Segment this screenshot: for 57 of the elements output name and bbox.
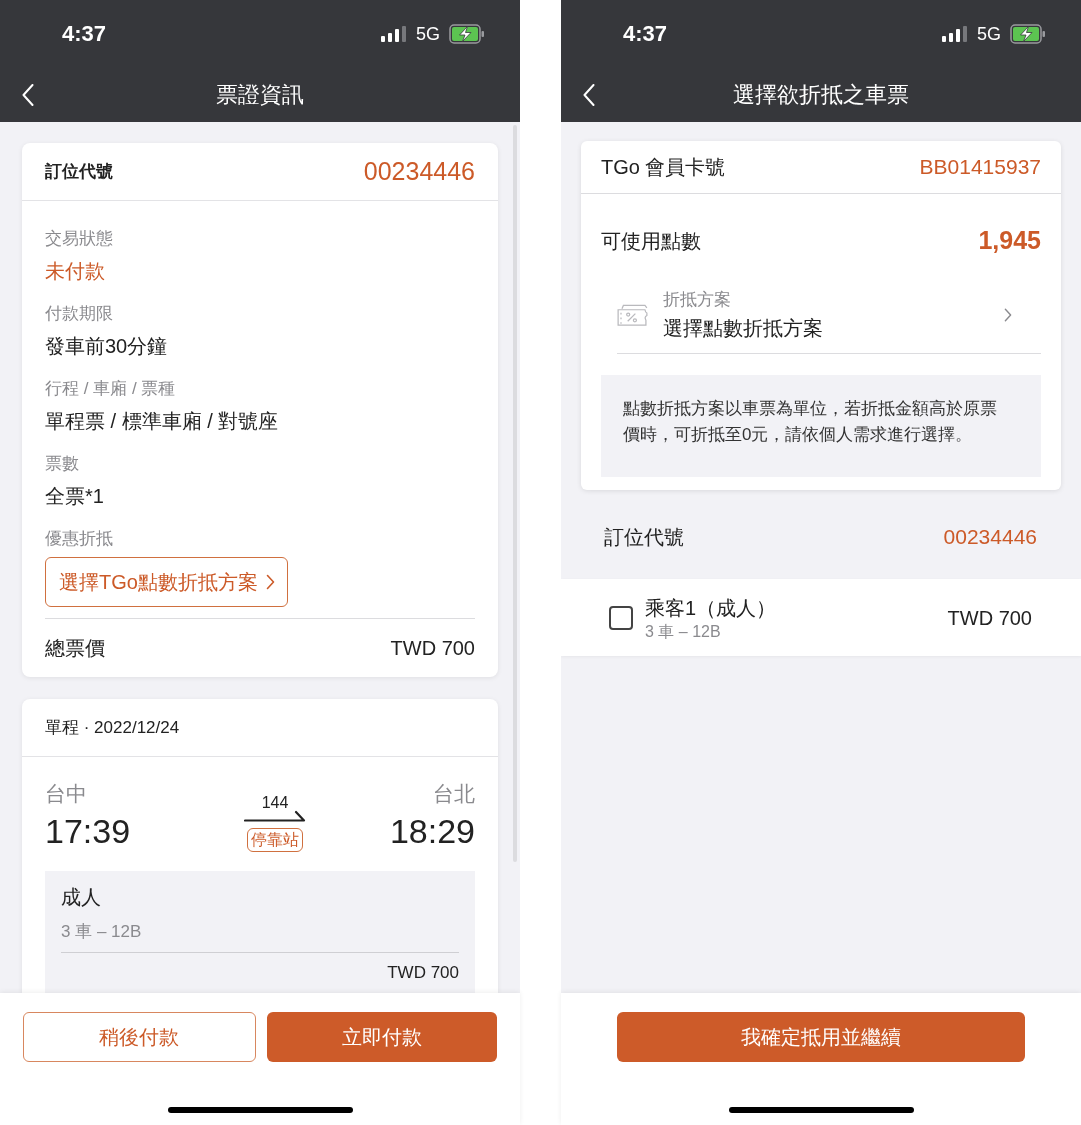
booking-number: 00234446 <box>363 155 475 187</box>
passenger-row[interactable]: 乘客1（成人） 3 車 – 12B TWD 700 <box>561 579 1081 656</box>
chevron-right-icon <box>1004 308 1012 322</box>
field-value: 全票*1 <box>45 484 104 509</box>
back-icon[interactable] <box>22 84 34 106</box>
battery-icon <box>449 24 485 44</box>
plan-label: 折抵方案 <box>663 289 731 311</box>
pay-later-button[interactable]: 稍後付款 <box>23 1012 256 1062</box>
status-value: 未付款 <box>45 259 105 284</box>
back-icon[interactable] <box>583 84 595 106</box>
signal-icon <box>942 26 967 42</box>
screen-title: 選擇欲折抵之車票 <box>732 81 910 109</box>
status-time: 4:37 <box>623 23 668 45</box>
field-label: 交易狀態 <box>45 228 113 250</box>
total-label: 總票價 <box>45 636 105 661</box>
field-value: 發車前30分鐘 <box>45 334 168 359</box>
member-card-number: BB01415937 <box>919 154 1041 181</box>
field-label: 付款期限 <box>45 303 113 325</box>
pay-now-button[interactable]: 立即付款 <box>266 1012 497 1062</box>
total-price: TWD 700 <box>390 636 475 661</box>
destination-station: 台北 <box>433 781 475 807</box>
ticket-discount-icon <box>617 303 648 327</box>
ticket-price: TWD 700 <box>947 605 1032 631</box>
field-label: 行程 / 車廂 / 票種 <box>45 378 176 400</box>
arrival-time: 18:29 <box>389 811 475 851</box>
booking-label: 訂位代號 <box>604 525 684 550</box>
member-card-label: TGo 會員卡號 <box>601 155 726 180</box>
chevron-right-icon <box>265 574 275 590</box>
train-number: 144 <box>261 793 289 813</box>
signal-icon <box>381 26 406 42</box>
passenger-type: 成人 <box>61 885 101 910</box>
notice-text: 點數折抵方案以車票為單位，若折抵金額高於原票價時，可折抵至0元，請依個人需求進行選擇。 <box>623 398 998 446</box>
field-label: 優惠折抵 <box>45 528 113 550</box>
booking-label: 訂位代號 <box>45 160 113 183</box>
field-value: 單程票 / 標準車廂 / 對號座 <box>45 409 279 434</box>
plan-value: 選擇點數折抵方案 <box>663 316 823 341</box>
battery-icon <box>1010 24 1046 44</box>
status-time: 4:37 <box>62 23 107 45</box>
checkbox[interactable] <box>609 605 633 630</box>
points-label: 可使用點數 <box>601 229 701 254</box>
points-value: 1,945 <box>978 225 1041 257</box>
passenger-name: 乘客1（成人） <box>645 595 777 621</box>
trip-date: 單程 · 2022/12/24 <box>45 716 180 739</box>
discount-plan-button[interactable]: 選擇TGo點數折抵方案 <box>45 557 288 607</box>
stop-badge[interactable]: 停靠站 <box>247 828 303 852</box>
seat-info: 3 車 – 12B <box>61 921 142 943</box>
origin-station: 台中 <box>45 781 87 807</box>
confirm-button[interactable]: 我確定抵用並繼續 <box>617 1012 1025 1062</box>
ticket-price: TWD 700 <box>387 962 459 984</box>
departure-time: 17:39 <box>45 811 131 851</box>
network-label: 5G <box>416 25 440 43</box>
screen-title: 票證資訊 <box>215 81 305 109</box>
field-label: 票數 <box>45 453 79 475</box>
network-label: 5G <box>977 25 1001 43</box>
booking-number: 00234446 <box>943 524 1037 551</box>
seat-info: 3 車 – 12B <box>645 621 721 642</box>
plan-selector[interactable]: 折抵方案 選擇點數折抵方案 <box>617 277 1041 354</box>
